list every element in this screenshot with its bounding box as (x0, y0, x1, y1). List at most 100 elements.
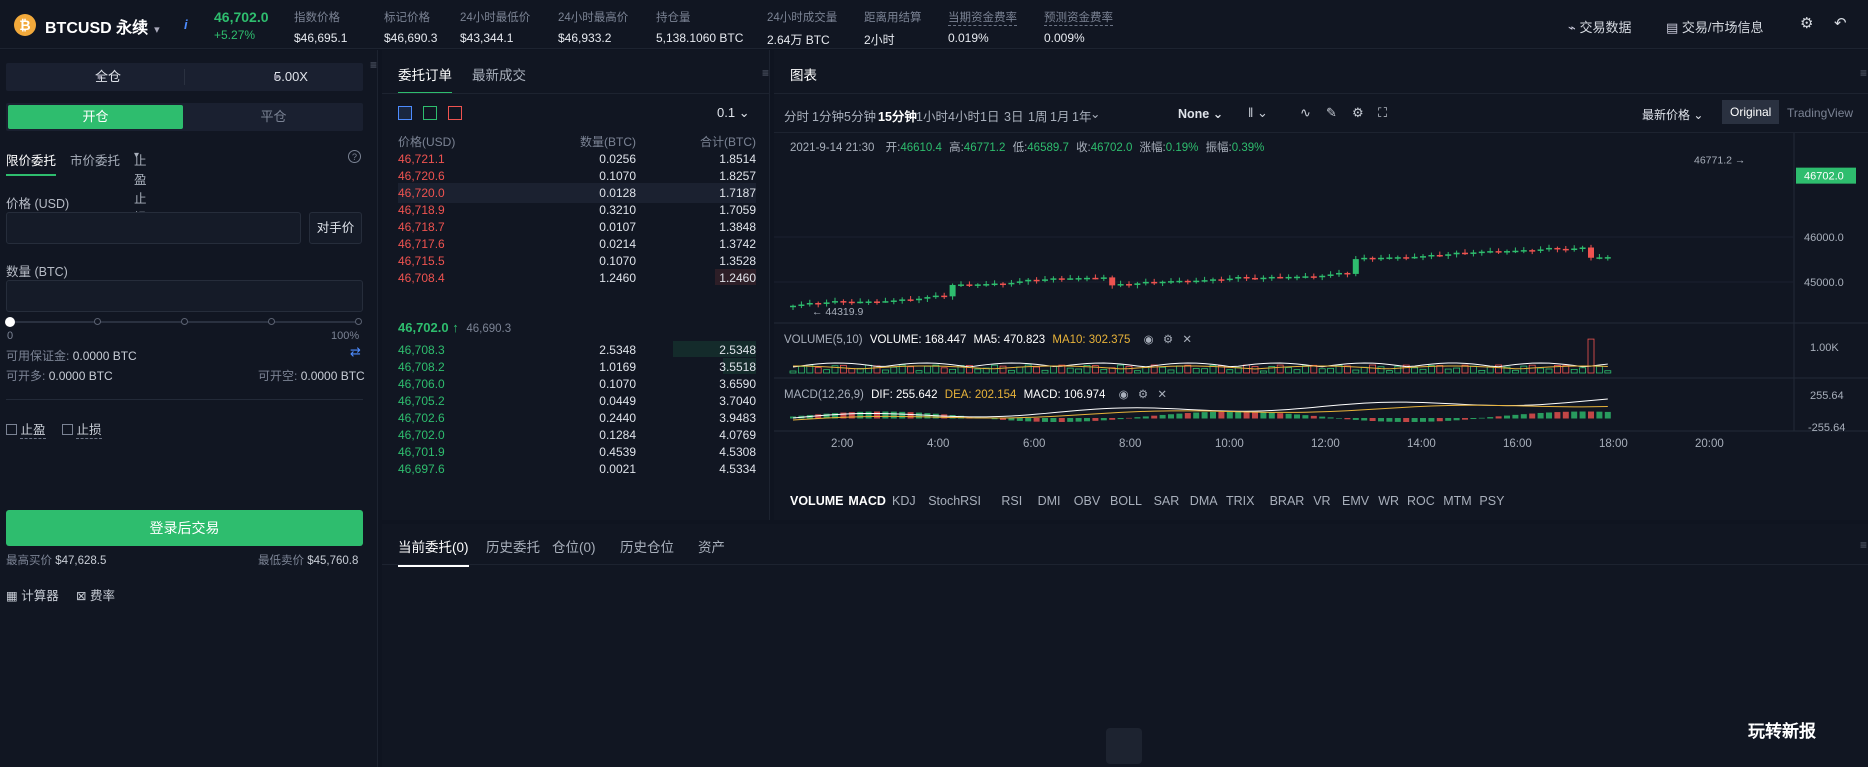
chevron-down-icon: ⌄ (1212, 107, 1224, 121)
timeframe-2[interactable]: 5分钟 (844, 106, 876, 125)
calculator-icon: ▦ (6, 589, 18, 603)
book-view-both-icon[interactable] (398, 106, 412, 120)
chart-settings-icon[interactable]: ⚙ (1352, 105, 1364, 121)
indicator-stochrsi[interactable]: StochRSI (928, 494, 981, 508)
panel-menu-icon[interactable]: ≡ (762, 66, 769, 80)
candle-body (1546, 247, 1552, 250)
symbol-selector[interactable]: BTCUSD 永续 ▾ (45, 14, 160, 38)
timeframe-5[interactable]: 4小时 (948, 106, 980, 125)
candlestick-chart[interactable]: 46702.0 46771.2 → ← 44319.9 46000.0 45000.0 1… (774, 133, 1868, 483)
indicator-vr[interactable]: VR (1313, 494, 1330, 508)
info-icon[interactable]: i (184, 17, 188, 32)
market-order-tab[interactable]: 市价委托 (70, 150, 120, 169)
macd-bar (882, 411, 889, 419)
price-input[interactable] (6, 212, 301, 244)
study-selector[interactable]: None ⌄ (1178, 106, 1223, 121)
indicator-macd[interactable]: MACD (848, 494, 886, 508)
fullscreen-icon[interactable]: ⛶ (1378, 105, 1387, 121)
timeframe-1[interactable]: 1分钟 (812, 106, 844, 125)
trade-data-link[interactable]: ⌁ 交易数据 (1568, 17, 1631, 36)
best-price-button[interactable]: 对手价 (309, 212, 362, 244)
eye-icon[interactable]: ◉ (1119, 389, 1129, 401)
view-original-button[interactable]: Original (1722, 100, 1780, 124)
close-position-tab[interactable]: 平仓 (186, 103, 361, 131)
indicator-wr[interactable]: WR (1378, 494, 1399, 508)
total: 4.5334 (719, 462, 756, 476)
indicator-wave-icon[interactable]: ∿ (1300, 105, 1311, 121)
panel-menu-icon[interactable]: ≡ (1860, 66, 1867, 80)
candle-body (1537, 249, 1544, 251)
timeframe-4[interactable]: 1小时 (916, 106, 948, 125)
view-tradingview-button[interactable]: TradingView (1787, 106, 1853, 120)
indicator-dmi[interactable]: DMI (1038, 494, 1061, 508)
login-to-trade-button[interactable]: 登录后交易 (6, 510, 363, 546)
indicator-kdj[interactable]: KDJ (892, 494, 916, 508)
timeframe-9[interactable]: 1月 (1050, 106, 1069, 125)
settings-icon[interactable]: ⚙ (1163, 334, 1173, 346)
settings-gear-icon[interactable]: ⚙ (1800, 14, 1813, 32)
take-profit-checkbox[interactable]: 止盈 (6, 419, 46, 439)
timeframe-0[interactable]: 分时 (784, 106, 809, 125)
macd-bar (1134, 417, 1141, 419)
tab-recent-trades[interactable]: 最新成交 (472, 64, 526, 84)
macd-bar (865, 411, 872, 419)
timeframe-8[interactable]: 1周 (1028, 106, 1047, 125)
indicator-emv[interactable]: EMV (1342, 494, 1369, 508)
bottom-tab-2[interactable]: 仓位(0) (552, 536, 596, 556)
help-icon[interactable]: ? (348, 150, 361, 163)
ask-row[interactable]: 46,708.4 1.2460 1.2460 (398, 268, 756, 288)
draw-tool-icon[interactable]: ✎ (1326, 105, 1337, 121)
fee-rate-button[interactable]: ⊠ 费率 (76, 585, 115, 604)
macd-bar (1226, 411, 1233, 419)
indicator-volume[interactable]: VOLUME (790, 494, 843, 508)
indicator-rsi[interactable]: RSI (1001, 494, 1022, 508)
tab-order-book[interactable]: 委托订单 (398, 64, 452, 94)
indicator-sar[interactable]: SAR (1154, 494, 1180, 508)
macd-bar (1344, 418, 1351, 420)
volume-bar (1579, 367, 1586, 374)
precision-selector[interactable]: 0.1 ⌄ (717, 105, 750, 121)
quantity-input[interactable] (6, 280, 363, 312)
indicator-roc[interactable]: ROC (1407, 494, 1435, 508)
indicator-mtm[interactable]: MTM (1443, 494, 1471, 508)
candle-type-icon[interactable]: ǁ ⌄ (1248, 105, 1268, 121)
timeframe-10[interactable]: 1年 (1072, 106, 1091, 125)
indicator-psy[interactable]: PSY (1479, 494, 1504, 508)
bottom-tab-1[interactable]: 历史委托 (486, 536, 540, 556)
indicator-obv[interactable]: OBV (1074, 494, 1100, 508)
timeframe-3[interactable]: 15分钟 (878, 106, 917, 125)
margin-mode-selector[interactable]: 全仓 ▼ (6, 63, 184, 91)
leverage-selector[interactable]: 5.00X ▶ (185, 63, 363, 91)
indicator-dma[interactable]: DMA (1190, 494, 1218, 508)
book-view-bids-icon[interactable] (423, 106, 437, 120)
indicator-trix[interactable]: TRIX (1226, 494, 1254, 508)
candle-body (857, 301, 864, 304)
calculator-button[interactable]: ▦ 计算器 (6, 585, 59, 604)
undo-icon[interactable]: ↶ (1834, 14, 1847, 32)
transfer-icon[interactable]: ⇄ (350, 344, 361, 360)
close-icon[interactable]: ✕ (1157, 389, 1167, 401)
book-view-asks-icon[interactable] (448, 106, 462, 120)
macd-bar (916, 412, 922, 419)
open-position-tab[interactable]: 开仓 (8, 105, 183, 129)
quantity-slider-handle[interactable] (5, 317, 15, 327)
timeframe-7[interactable]: 3日 (1004, 106, 1023, 125)
chevron-down-icon[interactable]: ⌄ (1090, 106, 1100, 121)
timeframe-6[interactable]: 1日 (980, 106, 999, 125)
limit-order-tab[interactable]: 限价委托 (6, 150, 57, 176)
close-icon[interactable]: ✕ (1182, 334, 1192, 346)
market-info-link[interactable]: ▤ 交易/市场信息 (1666, 17, 1764, 36)
panel-menu-icon[interactable]: ≡ (1860, 538, 1867, 552)
panel-menu-icon[interactable]: ≡ (370, 58, 377, 72)
bottom-tab-3[interactable]: 历史仓位 (620, 536, 674, 556)
indicator-brar[interactable]: BRAR (1270, 494, 1305, 508)
bottom-tab-4[interactable]: 资产 (698, 536, 725, 556)
watermark-text: 玩转新报 (1748, 722, 1816, 741)
stop-loss-checkbox[interactable]: 止损 (62, 419, 102, 439)
settings-icon[interactable]: ⚙ (1138, 389, 1148, 401)
price-type-selector[interactable]: 最新价格 ⌄ (1642, 106, 1703, 123)
eye-icon[interactable]: ◉ (1144, 334, 1154, 346)
bottom-tab-0[interactable]: 当前委托(0) (398, 536, 469, 567)
bid-row[interactable]: 46,697.6 0.0021 4.5334 (398, 459, 756, 479)
indicator-boll[interactable]: BOLL (1110, 494, 1142, 508)
